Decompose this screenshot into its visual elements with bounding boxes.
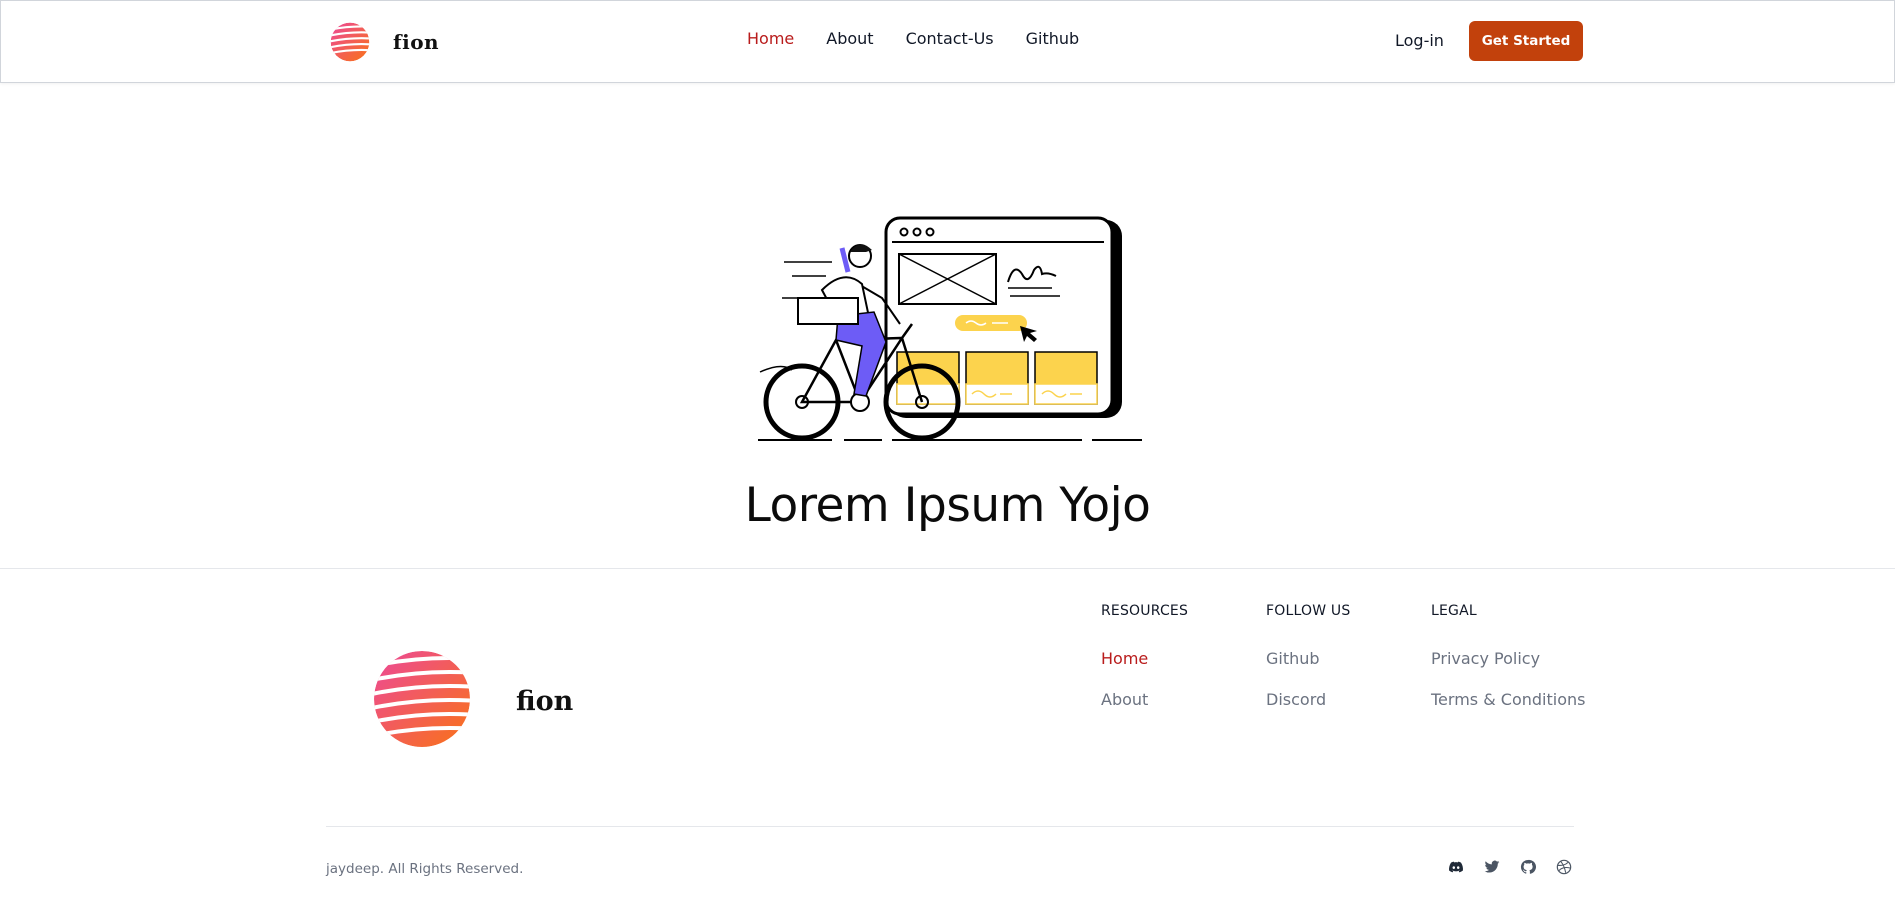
social-links [1448, 859, 1572, 875]
footer-column-follow-us: FOLLOW US Github Discord [1266, 603, 1350, 731]
hero-illustration [758, 216, 1142, 441]
login-link[interactable]: Log-in [1395, 31, 1444, 50]
footer-link-about[interactable]: About [1101, 690, 1188, 709]
footer-heading-resources: RESOURCES [1101, 603, 1189, 619]
get-started-button[interactable]: Get Started [1469, 21, 1583, 61]
footer-link-home[interactable]: Home [1101, 649, 1188, 668]
footer-link-privacy-label[interactable]: Privacy Policy [1431, 649, 1540, 668]
nav-home-link[interactable]: Home [747, 29, 794, 48]
footer-link-terms-label[interactable]: Terms & Conditions [1431, 690, 1585, 709]
hero-title: Lorem Ipsum Yojo [744, 478, 1151, 533]
nav-github-link[interactable]: Github [1026, 29, 1080, 48]
github-icon[interactable] [1520, 859, 1536, 875]
footer-link-about-label[interactable]: About [1101, 690, 1148, 709]
brand-name: fion [393, 30, 440, 54]
footer-link-privacy-policy[interactable]: Privacy Policy [1431, 649, 1585, 668]
site-header: fion Home About Contact-Us Github Log-in… [0, 0, 1895, 83]
footer-rule [326, 826, 1574, 827]
nav-about-link[interactable]: About [826, 29, 873, 48]
footer-link-github-label[interactable]: Github [1266, 649, 1320, 668]
brand-link[interactable]: fion [329, 20, 439, 64]
nav-contact-link[interactable]: Contact-Us [906, 29, 994, 48]
main-nav: Home About Contact-Us Github [747, 29, 1111, 48]
copyright-text: jaydeep. All Rights Reserved. [326, 861, 524, 877]
discord-icon[interactable] [1448, 859, 1464, 875]
footer-link-github[interactable]: Github [1266, 649, 1350, 668]
footer-heading-legal: LEGAL [1431, 603, 1477, 619]
footer-link-home-label[interactable]: Home [1101, 649, 1148, 668]
footer-heading-follow-us: FOLLOW US [1266, 603, 1351, 619]
brand-logo-icon [330, 22, 370, 62]
footer-link-discord[interactable]: Discord [1266, 690, 1350, 709]
footer-divider [0, 568, 1895, 569]
footer-link-terms[interactable]: Terms & Conditions [1431, 690, 1585, 709]
twitter-icon[interactable] [1484, 859, 1500, 875]
footer-logo-icon [374, 651, 470, 747]
footer-brand-name: fion [516, 686, 574, 717]
dribbble-icon[interactable] [1556, 859, 1572, 875]
footer-column-legal: LEGAL Privacy Policy Terms & Conditions [1431, 603, 1585, 731]
footer-column-resources: RESOURCES Home About [1101, 603, 1188, 731]
footer-link-discord-label[interactable]: Discord [1266, 690, 1326, 709]
